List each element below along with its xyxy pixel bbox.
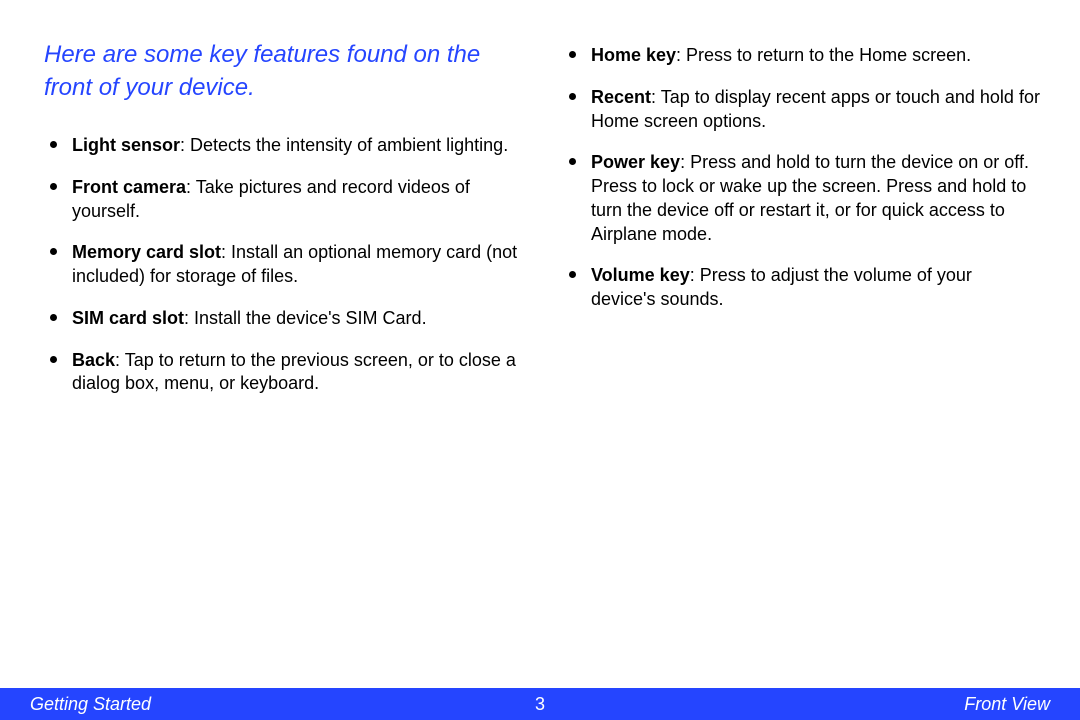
footer-page-number: 3 bbox=[535, 694, 545, 715]
page-content: Here are some key features found on the … bbox=[0, 0, 1080, 414]
feature-term: Back bbox=[72, 350, 115, 370]
list-item: Home key: Press to return to the Home sc… bbox=[563, 44, 1040, 68]
feature-term: Volume key bbox=[591, 265, 690, 285]
feature-list-left: Light sensor: Detects the intensity of a… bbox=[44, 134, 521, 396]
feature-desc: : Tap to display recent apps or touch an… bbox=[591, 87, 1040, 131]
list-item: Power key: Press and hold to turn the de… bbox=[563, 151, 1040, 246]
feature-term: Home key bbox=[591, 45, 676, 65]
list-item: SIM card slot: Install the device's SIM … bbox=[44, 307, 521, 331]
right-column: Home key: Press to return to the Home sc… bbox=[563, 38, 1040, 414]
intro-heading: Here are some key features found on the … bbox=[44, 38, 521, 104]
list-item: Front camera: Take pictures and record v… bbox=[44, 176, 521, 224]
feature-term: SIM card slot bbox=[72, 308, 184, 328]
list-item: Recent: Tap to display recent apps or to… bbox=[563, 86, 1040, 134]
feature-term: Front camera bbox=[72, 177, 186, 197]
left-column: Here are some key features found on the … bbox=[44, 38, 521, 414]
page-footer: Getting Started 3 Front View bbox=[0, 688, 1080, 720]
feature-list-right: Home key: Press to return to the Home sc… bbox=[563, 44, 1040, 312]
feature-term: Power key bbox=[591, 152, 680, 172]
list-item: Back: Tap to return to the previous scre… bbox=[44, 349, 521, 397]
footer-section-title: Getting Started bbox=[30, 694, 151, 715]
feature-desc: : Detects the intensity of ambient light… bbox=[180, 135, 508, 155]
list-item: Volume key: Press to adjust the volume o… bbox=[563, 264, 1040, 312]
feature-term: Light sensor bbox=[72, 135, 180, 155]
list-item: Memory card slot: Install an optional me… bbox=[44, 241, 521, 289]
feature-term: Memory card slot bbox=[72, 242, 221, 262]
list-item: Light sensor: Detects the intensity of a… bbox=[44, 134, 521, 158]
feature-desc: : Tap to return to the previous screen, … bbox=[72, 350, 516, 394]
footer-subsection-title: Front View bbox=[964, 694, 1050, 715]
feature-desc: : Install the device's SIM Card. bbox=[184, 308, 427, 328]
feature-term: Recent bbox=[591, 87, 651, 107]
feature-desc: : Press to return to the Home screen. bbox=[676, 45, 971, 65]
